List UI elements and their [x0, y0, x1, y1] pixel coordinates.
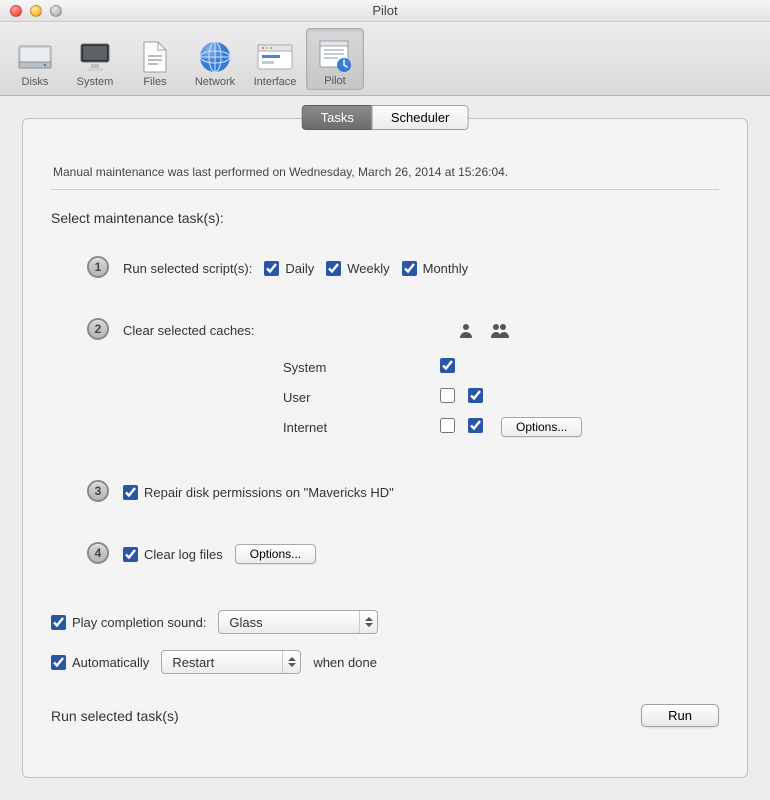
- run-button[interactable]: Run: [641, 704, 719, 727]
- task-repair-permissions: 3 Repair disk permissions on "Mavericks …: [87, 480, 719, 504]
- play-sound-row: Play completion sound: Glass: [51, 610, 719, 634]
- cache-label-user: User: [123, 390, 433, 405]
- cache-options-button[interactable]: Options...: [501, 417, 582, 437]
- cache-internet-multi[interactable]: [468, 418, 483, 433]
- cache-internet-single[interactable]: [440, 418, 455, 433]
- step-badge-2: 2: [87, 318, 109, 340]
- toolbar-label: System: [77, 76, 114, 88]
- toolbar-interface[interactable]: Interface: [246, 28, 304, 90]
- footer-label: Run selected task(s): [51, 708, 179, 724]
- cache-row-user: User: [123, 382, 719, 412]
- cache-user-multi[interactable]: [468, 388, 483, 403]
- checkbox-clear-logs[interactable]: Clear log files: [123, 547, 223, 562]
- weekly-checkbox[interactable]: [326, 261, 341, 276]
- cache-label-internet: Internet: [123, 420, 433, 435]
- stepper-icon: [359, 611, 377, 633]
- checkbox-monthly[interactable]: Monthly: [402, 261, 469, 276]
- toolbar: Disks System Files Network Interface Pil…: [0, 22, 770, 96]
- auto-action-select[interactable]: Restart: [161, 650, 301, 674]
- step-badge-4: 4: [87, 542, 109, 564]
- tab-tasks[interactable]: Tasks: [302, 105, 372, 130]
- play-sound-checkbox[interactable]: [51, 615, 66, 630]
- document-icon: [135, 38, 175, 76]
- monthly-checkbox[interactable]: [402, 261, 417, 276]
- sound-select[interactable]: Glass: [218, 610, 378, 634]
- footer: Run selected task(s) Run: [51, 704, 719, 727]
- single-user-icon: [455, 322, 477, 338]
- task2-label: Clear selected caches:: [123, 323, 283, 338]
- task-clear-logs: 4 Clear log files Options...: [87, 542, 719, 566]
- auto-suffix: when done: [313, 655, 377, 670]
- disk-icon: [15, 38, 55, 76]
- task-clear-caches: 2 Clear selected caches:: [87, 318, 719, 442]
- cache-row-internet: Internet Options...: [123, 412, 719, 442]
- checkbox-daily[interactable]: Daily: [264, 261, 314, 276]
- cache-row-system: System: [123, 352, 719, 382]
- toolbar-label: Disks: [22, 76, 49, 88]
- pilot-icon: [315, 37, 355, 75]
- toolbar-label: Files: [143, 76, 166, 88]
- cache-system-single[interactable]: [440, 358, 455, 373]
- daily-checkbox[interactable]: [264, 261, 279, 276]
- sound-value: Glass: [219, 615, 272, 630]
- titlebar: Pilot: [0, 0, 770, 22]
- logs-options-button[interactable]: Options...: [235, 544, 316, 564]
- toolbar-label: Interface: [254, 76, 297, 88]
- stepper-icon: [282, 651, 300, 673]
- step-badge-1: 1: [87, 256, 109, 278]
- segmented-control: Tasks Scheduler: [302, 105, 469, 130]
- status-text: Manual maintenance was last performed on…: [51, 165, 719, 179]
- task-run-scripts: 1 Run selected script(s): Daily Weekly: [87, 256, 719, 280]
- auto-row: Automatically Restart when done: [51, 650, 719, 674]
- auto-value: Restart: [162, 655, 224, 670]
- multi-user-icon: [489, 322, 511, 338]
- window-title: Pilot: [0, 3, 770, 18]
- separator: [51, 189, 719, 190]
- section-header: Select maintenance task(s):: [51, 210, 719, 226]
- task1-label: Run selected script(s):: [123, 261, 252, 276]
- checkbox-play-sound[interactable]: Play completion sound:: [51, 615, 206, 630]
- checkbox-repair-permissions[interactable]: Repair disk permissions on "Mavericks HD…: [123, 485, 394, 500]
- toolbar-network[interactable]: Network: [186, 28, 244, 90]
- repair-permissions-checkbox[interactable]: [123, 485, 138, 500]
- tab-scheduler[interactable]: Scheduler: [372, 105, 469, 130]
- toolbar-label: Network: [195, 76, 235, 88]
- toolbar-files[interactable]: Files: [126, 28, 184, 90]
- toolbar-label: Pilot: [324, 75, 345, 87]
- globe-icon: [195, 38, 235, 76]
- step-badge-3: 3: [87, 480, 109, 502]
- clear-logs-checkbox[interactable]: [123, 547, 138, 562]
- content: Tasks Scheduler Manual maintenance was l…: [0, 96, 770, 800]
- auto-checkbox[interactable]: [51, 655, 66, 670]
- monitor-icon: [75, 38, 115, 76]
- cache-user-single[interactable]: [440, 388, 455, 403]
- checkbox-weekly[interactable]: Weekly: [326, 261, 389, 276]
- toolbar-system[interactable]: System: [66, 28, 124, 90]
- cache-label-system: System: [123, 360, 433, 375]
- panel: Tasks Scheduler Manual maintenance was l…: [22, 118, 748, 778]
- toolbar-disks[interactable]: Disks: [6, 28, 64, 90]
- checkbox-automatically[interactable]: Automatically: [51, 655, 149, 670]
- window-icon: [255, 38, 295, 76]
- toolbar-pilot[interactable]: Pilot: [306, 28, 364, 90]
